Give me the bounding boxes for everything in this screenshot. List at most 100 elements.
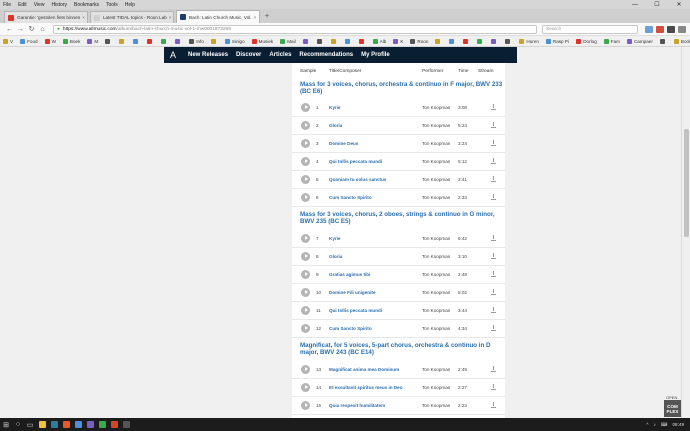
close-tab-icon[interactable]: ×	[80, 15, 85, 20]
bookmark-item[interactable]	[147, 38, 154, 44]
bookmark-item[interactable]	[119, 38, 126, 44]
track-title-link[interactable]: Magnificat anima mea Dominum	[329, 367, 399, 372]
menu-item-view[interactable]: View	[34, 2, 45, 8]
bookmark-item[interactable]: Food	[20, 38, 38, 44]
menu-item-tools[interactable]: Tools	[106, 2, 118, 8]
bookmark-item[interactable]	[477, 38, 484, 44]
new-tab-icon[interactable]: +	[265, 13, 269, 20]
track-title-link[interactable]: Quia respexit humilitatem	[329, 403, 385, 408]
bookmark-item[interactable]: Boek	[62, 38, 80, 44]
scrollbar-thumb[interactable]	[684, 129, 689, 237]
play-sample-icon[interactable]	[301, 252, 310, 261]
bookmark-item[interactable]: Mail	[280, 38, 296, 44]
stream-download-icon[interactable]	[491, 307, 496, 313]
bookmark-item[interactable]	[435, 38, 442, 44]
stream-download-icon[interactable]	[491, 271, 496, 277]
site-nav-discover[interactable]: Discover	[236, 52, 261, 58]
stream-download-icon[interactable]	[491, 325, 496, 331]
play-sample-icon[interactable]	[301, 175, 310, 184]
stream-download-icon[interactable]	[491, 194, 496, 200]
tray-icon[interactable]: ♪	[654, 422, 656, 427]
tray-icon[interactable]: ^	[646, 422, 648, 427]
tray-icon[interactable]: ⌨	[661, 422, 668, 428]
taskbar-app-icon[interactable]	[72, 418, 84, 431]
play-sample-icon[interactable]	[301, 383, 310, 392]
bookmark-item[interactable]	[330, 38, 338, 44]
close-tab-icon[interactable]: ×	[252, 15, 257, 20]
bookmark-item[interactable]	[463, 38, 470, 44]
menu-item-file[interactable]: File	[3, 2, 11, 8]
play-sample-icon[interactable]	[301, 193, 310, 202]
scrollbar[interactable]	[681, 47, 690, 418]
stream-download-icon[interactable]	[491, 122, 496, 128]
play-sample-icon[interactable]	[301, 306, 310, 315]
track-title-link[interactable]: Qui tollis peccata mundi	[329, 159, 382, 164]
section-title[interactable]: Magnificat, for 5 voices, 5-part chorus,…	[300, 342, 504, 357]
play-sample-icon[interactable]	[301, 121, 310, 130]
play-sample-icon[interactable]	[301, 103, 310, 112]
reload-icon[interactable]: ↻	[26, 25, 37, 33]
track-title-link[interactable]: Qui tollis peccata mundi	[329, 308, 382, 313]
track-title-link[interactable]: Gratias agimus tibi	[329, 272, 370, 277]
play-sample-icon[interactable]	[301, 365, 310, 374]
taskbar-app-icon[interactable]	[48, 418, 60, 431]
stream-download-icon[interactable]	[491, 158, 496, 164]
taskbar-app-icon[interactable]	[96, 418, 108, 431]
bookmark-item[interactable]	[302, 38, 310, 44]
tab-2[interactable]: Latest TIDAL topics - Roon Lab ×	[90, 11, 174, 23]
bookmark-item[interactable]	[358, 38, 366, 44]
track-title-link[interactable]: Quoniam tu solus sanctus	[329, 177, 386, 182]
bookmark-item[interactable]: W	[44, 38, 56, 44]
windows-start-icon[interactable]: ⊞	[0, 418, 12, 431]
stream-download-icon[interactable]	[491, 289, 496, 295]
stream-download-icon[interactable]	[491, 140, 496, 146]
play-sample-icon[interactable]	[301, 157, 310, 166]
taskbar-app-icon[interactable]	[108, 418, 120, 431]
downloads-icon[interactable]	[645, 25, 653, 33]
section-title[interactable]: Mass for 3 voices, chorus, orchestra & c…	[300, 81, 504, 96]
track-title-link[interactable]: Cum Sancto Spirito	[329, 326, 372, 331]
tab-1[interactable]: Garantie: 'gestolen fiets binnen ×	[4, 11, 88, 23]
home-icon[interactable]: ⌂	[37, 26, 48, 33]
bookmark-item[interactable]: Fam	[603, 38, 620, 44]
bookmark-item[interactable]: Info	[189, 38, 204, 44]
taskbar-app-icon[interactable]	[84, 418, 96, 431]
menu-icon[interactable]	[678, 25, 686, 33]
bookmark-item[interactable]: Alb	[372, 38, 386, 44]
menu-item-edit[interactable]: Edit	[18, 2, 27, 8]
stream-download-icon[interactable]	[491, 402, 496, 408]
bookmark-item[interactable]	[133, 38, 140, 44]
stream-download-icon[interactable]	[491, 253, 496, 259]
stream-download-icon[interactable]	[491, 104, 496, 110]
address-bar[interactable]: ● https://www.allmusic.com /album/bach-l…	[53, 24, 537, 34]
site-nav-new-releases[interactable]: New Releases	[188, 52, 228, 58]
search-icon[interactable]: ○	[12, 418, 24, 431]
tab-3[interactable]: Bach: Latin Church Music, Vol. ×	[176, 10, 260, 23]
bookmark-item[interactable]	[316, 38, 324, 44]
taskbar-app-icon[interactable]	[60, 418, 72, 431]
bookmark-item[interactable]: Campaer	[626, 38, 653, 44]
bookmark-item[interactable]: Sinigo	[224, 38, 245, 44]
track-title-link[interactable]: Domine Fili unigenite	[329, 290, 375, 295]
bookmark-item[interactable]: M	[87, 38, 98, 44]
site-nav-articles[interactable]: Articles	[269, 52, 291, 58]
section-title[interactable]: Mass for 3 voices, chorus, 2 oboes, stri…	[300, 211, 504, 226]
minimize-icon[interactable]: —	[624, 0, 646, 9]
track-title-link[interactable]: Cum Sancto Spirito	[329, 195, 372, 200]
bookmark-item[interactable]: Bookmarks	[673, 38, 690, 44]
maximize-icon[interactable]: ☐	[646, 0, 668, 9]
extension-icon[interactable]	[656, 25, 664, 33]
back-icon[interactable]: ←	[4, 26, 15, 33]
bookmark-item[interactable]	[491, 38, 498, 44]
stream-download-icon[interactable]	[491, 235, 496, 241]
bookmark-item[interactable]: Oorlog	[575, 38, 597, 44]
stream-download-icon[interactable]	[491, 384, 496, 390]
close-tab-icon[interactable]: ×	[167, 15, 172, 20]
site-nav-recommendations[interactable]: Recommendations	[299, 52, 353, 58]
bookmark-item[interactable]: Rasp Pi	[545, 38, 569, 44]
allmusic-logo[interactable]: A	[166, 47, 180, 63]
search-input[interactable]: Search	[542, 24, 638, 34]
bookmark-item[interactable]: Huren	[519, 38, 539, 44]
play-sample-icon[interactable]	[301, 234, 310, 243]
track-title-link[interactable]: Kyrie	[329, 236, 341, 241]
